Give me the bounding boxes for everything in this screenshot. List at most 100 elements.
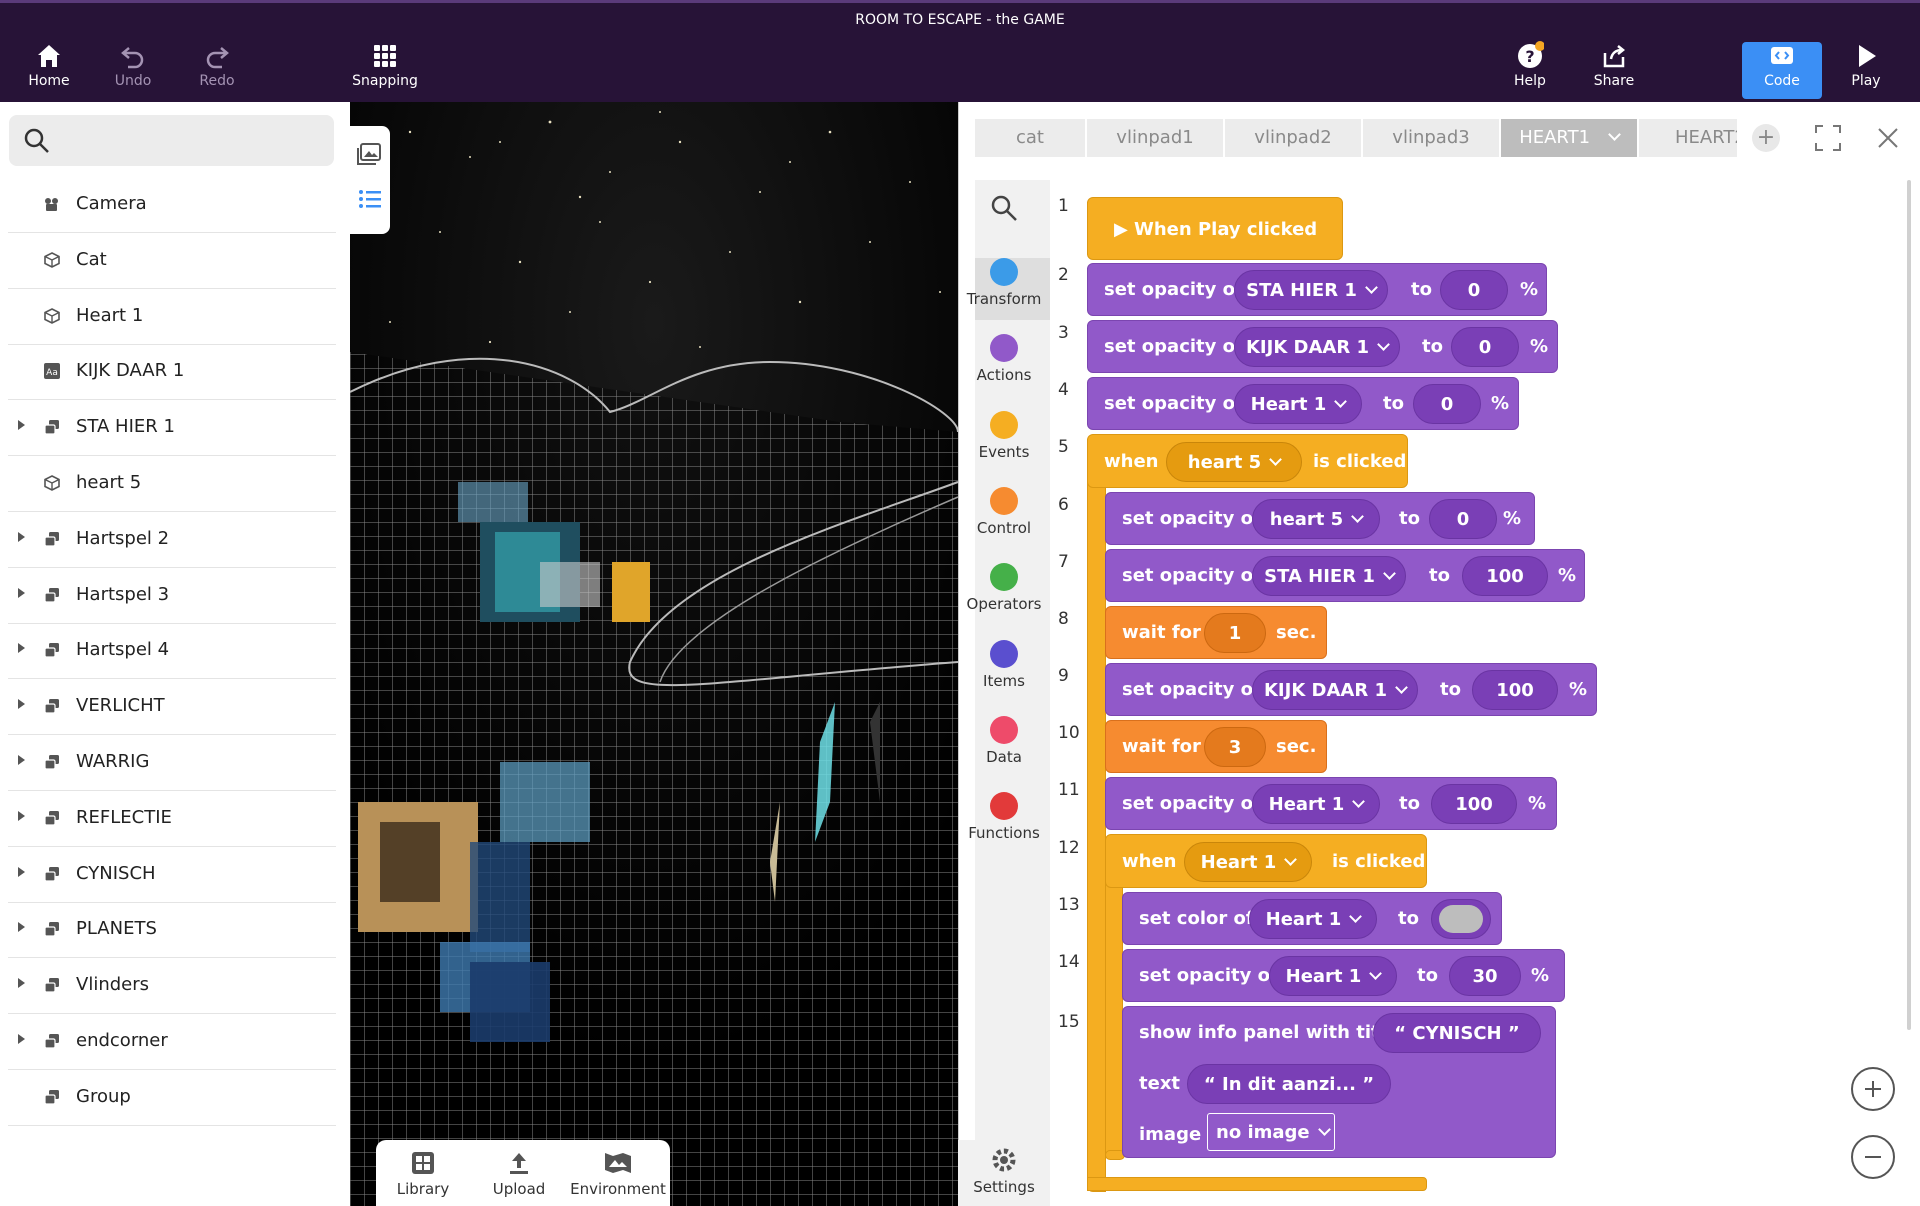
value-input[interactable]: 0 [1429,499,1497,539]
image-dropdown[interactable]: no image [1207,1113,1335,1151]
target-dropdown[interactable]: KIJK DAAR 1 [1252,670,1418,710]
tab-vlinpad1[interactable]: vlinpad1 [1087,119,1223,157]
list-icon[interactable] [358,188,382,210]
text-input[interactable]: “ In dit aanzi... ” [1187,1064,1391,1104]
scene-tree-item[interactable]: STA HIER 1 [8,400,336,457]
set-opacity-block[interactable]: set opacity of Heart 1 to 30 % [1122,949,1565,1002]
category-items[interactable]: Items [958,639,1050,690]
fullscreen-icon[interactable] [1814,124,1842,152]
expand-caret-icon[interactable] [18,1034,25,1044]
scene-search-input[interactable] [9,115,334,166]
redo-button[interactable]: Redo [177,41,257,89]
3d-viewport[interactable] [350,102,958,1206]
close-icon[interactable] [1877,127,1899,149]
expand-caret-icon[interactable] [18,755,25,765]
tab-cat[interactable]: cat [975,119,1085,157]
scene-tree-item[interactable]: WARRIG [8,735,336,791]
tab-vlinpad2[interactable]: vlinpad2 [1225,119,1361,157]
when-clicked-block[interactable]: when Heart 1 is clicked [1105,834,1427,888]
snapping-button[interactable]: Snapping [345,41,425,89]
scene-tree-item[interactable]: Hartspel 4 [8,623,336,680]
expand-caret-icon[interactable] [18,699,25,710]
set-opacity-block[interactable]: set opacity of KIJK DAAR 1 to 100 % [1105,663,1597,716]
image-gallery-icon[interactable] [356,142,382,166]
set-color-block[interactable]: set color of Heart 1 to [1122,892,1502,945]
scene-tree-item[interactable]: Hartspel 3 [8,568,336,624]
search-icon[interactable] [990,194,1018,222]
set-opacity-block[interactable]: set opacity of KIJK DAAR 1 to 0 % [1087,320,1558,373]
expand-caret-icon[interactable] [18,810,25,821]
zoom-out-button[interactable] [1851,1135,1895,1179]
value-input[interactable]: 3 [1204,727,1266,767]
category-control[interactable]: Control [958,486,1050,537]
value-input[interactable]: 1 [1204,613,1266,653]
target-dropdown[interactable]: STA HIER 1 [1234,270,1388,310]
share-button[interactable]: Share [1574,41,1654,89]
target-dropdown[interactable]: Heart 1 [1269,956,1397,996]
zoom-in-button[interactable] [1851,1067,1895,1111]
scene-tree-item[interactable]: Aa KIJK DAAR 1 [8,344,336,401]
when-clicked-block[interactable]: when heart 5 is clicked [1087,434,1408,488]
tab-heart1[interactable]: HEART1 [1501,119,1637,157]
target-dropdown[interactable]: Heart 1 [1184,842,1312,882]
value-input[interactable]: 100 [1431,784,1517,824]
category-actions[interactable]: Actions [958,334,1050,384]
wait-block[interactable]: wait for 1 sec. [1105,606,1327,659]
upload-button[interactable]: Upload [474,1150,564,1198]
settings-button[interactable]: Settings [958,1140,1050,1206]
expand-caret-icon[interactable] [18,531,25,542]
value-input[interactable]: 100 [1472,670,1558,710]
title-input[interactable]: “ CYNISCH ” [1373,1013,1541,1053]
category-events[interactable]: Events [958,410,1050,461]
value-input[interactable]: 100 [1462,556,1548,596]
target-dropdown[interactable]: STA HIER 1 [1252,556,1406,596]
value-input[interactable]: 0 [1451,327,1519,367]
set-opacity-block[interactable]: set opacity of heart 5 to 0 % [1105,492,1535,545]
scene-tree-item[interactable]: heart 5 [8,456,336,512]
category-data[interactable]: Data [958,715,1050,766]
expand-caret-icon[interactable] [18,866,25,877]
scene-tree-item[interactable]: CYNISCH [8,847,336,903]
scene-tree-item[interactable]: Group [8,1070,336,1126]
scene-tree-item[interactable]: REFLECTIE [8,791,336,847]
code-button-content[interactable]: Code [1742,41,1822,89]
value-input[interactable]: 30 [1449,956,1521,996]
play-button[interactable]: Play [1826,41,1906,89]
tab-vlinpad3[interactable]: vlinpad3 [1363,119,1499,157]
library-button[interactable]: Library [378,1150,468,1198]
tab-heart2[interactable]: HEART2 [1639,119,1737,157]
target-dropdown[interactable]: heart 5 [1252,499,1380,539]
set-opacity-block[interactable]: set opacity of Heart 1 to 100 % [1105,777,1557,830]
set-opacity-block[interactable]: set opacity of STA HIER 1 to 0 % [1087,263,1547,316]
expand-caret-icon[interactable] [18,922,25,933]
target-dropdown[interactable]: KIJK DAAR 1 [1234,327,1400,367]
expand-caret-icon[interactable] [18,643,25,654]
help-button[interactable]: ? Help [1490,41,1570,89]
color-swatch[interactable] [1431,899,1491,939]
expand-caret-icon[interactable] [18,420,25,431]
scene-tree-item[interactable]: Heart 1 [8,289,336,345]
category-transform[interactable]: Transform [958,258,1050,308]
category-functions[interactable]: Functions [958,792,1050,842]
add-tab-button[interactable]: + [1752,124,1780,152]
scene-tree-item[interactable]: Hartspel 2 [8,512,336,568]
home-button[interactable]: Home [9,41,89,89]
set-opacity-block[interactable]: set opacity of STA HIER 1 to 100 % [1105,549,1585,602]
target-dropdown[interactable]: Heart 1 [1234,384,1362,424]
scene-tree-item[interactable]: Camera [8,177,336,233]
scene-tree-item[interactable]: VERLICHT [8,679,336,736]
scene-tree-item[interactable]: PLANETS [8,902,336,959]
value-input[interactable]: 0 [1440,270,1508,310]
value-input[interactable]: 0 [1413,384,1481,424]
workspace-scrollbar[interactable] [1907,180,1911,1030]
undo-button[interactable]: Undo [93,41,173,89]
expand-caret-icon[interactable] [18,587,25,598]
target-dropdown[interactable]: heart 5 [1166,442,1302,482]
scene-tree-item[interactable]: endcorner [8,1014,336,1070]
target-dropdown[interactable]: Heart 1 [1252,784,1380,824]
category-operators[interactable]: Operators [958,563,1050,613]
expand-caret-icon[interactable] [18,978,25,989]
show-info-panel-block[interactable]: show info panel with title “ CYNISCH ” t… [1122,1006,1556,1158]
scene-tree-item[interactable]: Vlinders [8,958,336,1015]
when-play-clicked-block[interactable]: ▶ When Play clicked [1087,197,1343,260]
